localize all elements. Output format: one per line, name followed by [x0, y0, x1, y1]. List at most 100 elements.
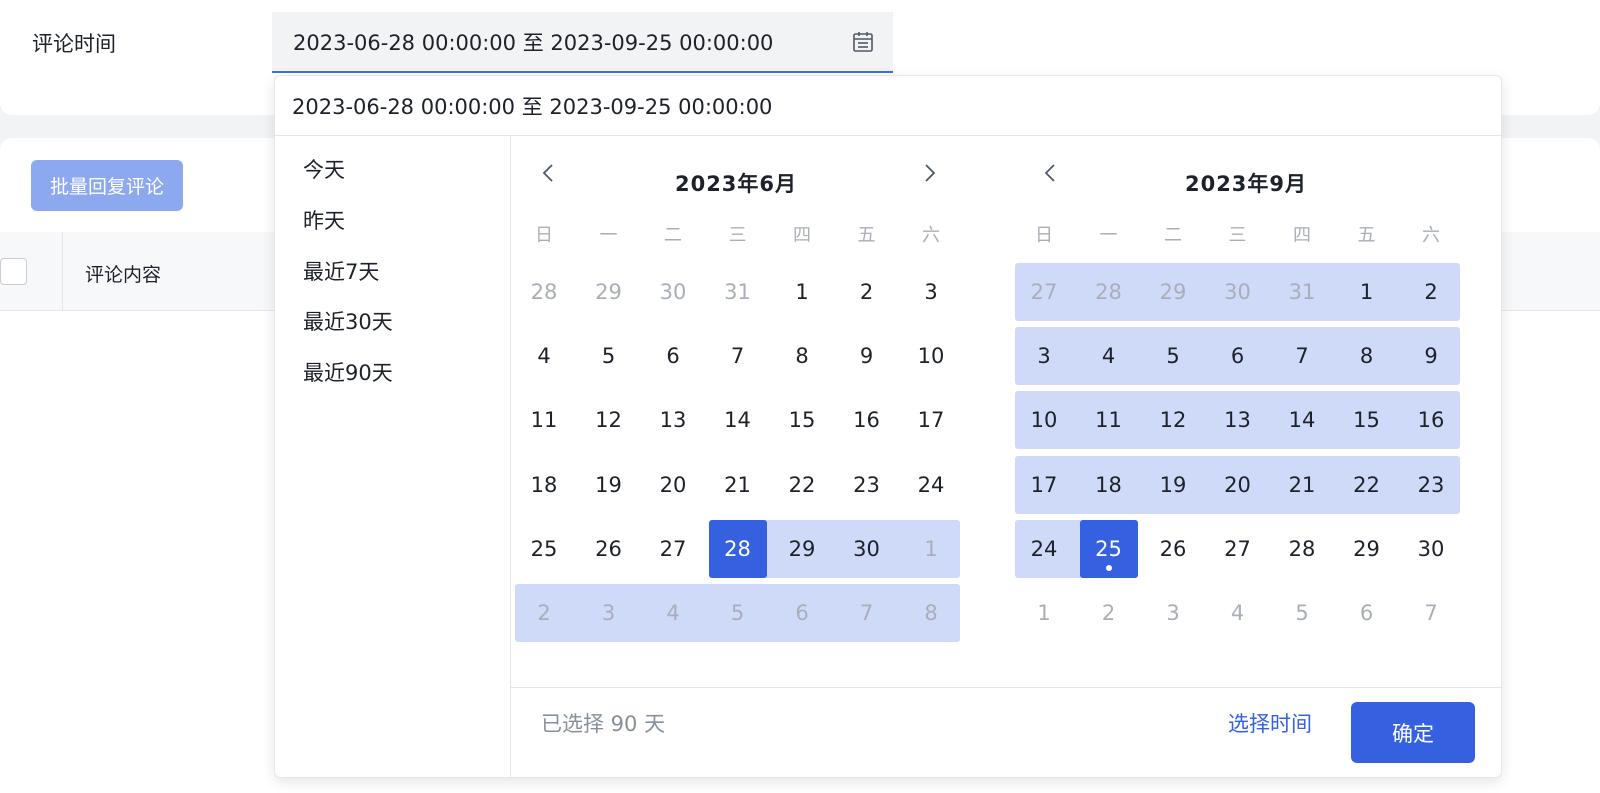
- calendar-day[interactable]: 27: [644, 520, 702, 578]
- calendar-day[interactable]: 12: [580, 391, 638, 449]
- calendar-day[interactable]: 30: [1209, 263, 1267, 321]
- calendar-day[interactable]: 13: [1209, 391, 1267, 449]
- calendar-day[interactable]: 5: [580, 327, 638, 385]
- calendar-day[interactable]: 7: [1273, 327, 1331, 385]
- calendar-day[interactable]: 13: [644, 391, 702, 449]
- calendar-day[interactable]: 3: [1015, 327, 1073, 385]
- calendar-day[interactable]: 28: [515, 263, 573, 321]
- calendar-day[interactable]: 20: [1209, 456, 1267, 514]
- choose-time-link[interactable]: 选择时间: [1228, 708, 1312, 738]
- next-month-icon[interactable]: [916, 160, 942, 186]
- calendar-day[interactable]: 29: [1144, 263, 1202, 321]
- calendar-day[interactable]: 3: [902, 263, 960, 321]
- calendar-day[interactable]: 4: [1080, 327, 1138, 385]
- select-all-checkbox[interactable]: [0, 258, 27, 285]
- shortcut-last-90-days[interactable]: 最近90天: [303, 357, 393, 387]
- calendar-day[interactable]: 5: [1144, 327, 1202, 385]
- calendar-day[interactable]: 9: [838, 327, 896, 385]
- calendar-day[interactable]: 25: [515, 520, 573, 578]
- calendar-day[interactable]: 28: [1273, 520, 1331, 578]
- calendar-day[interactable]: 26: [580, 520, 638, 578]
- calendar-day[interactable]: 5: [1273, 584, 1331, 642]
- calendar-day[interactable]: 5: [709, 584, 767, 642]
- calendar-day[interactable]: 16: [838, 391, 896, 449]
- calendar-day[interactable]: 28: [708, 519, 767, 578]
- calendar-day[interactable]: 30: [838, 520, 896, 578]
- calendar-day[interactable]: 18: [1080, 456, 1138, 514]
- calendar-day[interactable]: 18: [515, 456, 573, 514]
- calendar-day[interactable]: 25: [1079, 519, 1138, 578]
- weekday-label: 一: [1099, 225, 1118, 246]
- calendar-day[interactable]: 8: [902, 584, 960, 642]
- confirm-button[interactable]: 确定: [1351, 702, 1475, 763]
- calendar-day[interactable]: 7: [709, 327, 767, 385]
- weekday-label: 四: [793, 225, 811, 246]
- calendar-day[interactable]: 8: [773, 327, 831, 385]
- calendar-day[interactable]: 3: [1144, 584, 1202, 642]
- calendar-day[interactable]: 15: [773, 391, 831, 449]
- calendar-day[interactable]: 14: [1273, 391, 1331, 449]
- calendar-day[interactable]: 27: [1209, 520, 1267, 578]
- calendar-day[interactable]: 2: [515, 584, 573, 642]
- calendar-day[interactable]: 1: [1015, 584, 1073, 642]
- calendar-day[interactable]: 20: [644, 456, 702, 514]
- calendar-day[interactable]: 11: [515, 391, 573, 449]
- calendar-day[interactable]: 21: [1273, 456, 1331, 514]
- calendar-day[interactable]: 30: [644, 263, 702, 321]
- calendar-day[interactable]: 26: [1144, 520, 1202, 578]
- calendar-day[interactable]: 4: [644, 584, 702, 642]
- calendar-day[interactable]: 23: [1402, 456, 1460, 514]
- calendar-day[interactable]: 17: [902, 391, 960, 449]
- calendar-day[interactable]: 16: [1402, 391, 1460, 449]
- calendar-day[interactable]: 27: [1015, 263, 1073, 321]
- batch-reply-button[interactable]: 批量回复评论: [31, 160, 183, 211]
- calendar-day[interactable]: 2: [838, 263, 896, 321]
- calendar-day[interactable]: 11: [1080, 391, 1138, 449]
- calendar-day[interactable]: 24: [1015, 520, 1073, 578]
- calendar-day[interactable]: 4: [1209, 584, 1267, 642]
- calendar-day[interactable]: 1: [773, 263, 831, 321]
- calendar-day[interactable]: 9: [1402, 327, 1460, 385]
- date-range-input[interactable]: 2023-06-28 00:00:00 至 2023-09-25 00:00:0…: [272, 12, 893, 73]
- calendar-day[interactable]: 3: [580, 584, 638, 642]
- shortcut-last-7-days[interactable]: 最近7天: [303, 256, 379, 286]
- calendar-day[interactable]: 31: [1273, 263, 1331, 321]
- calendar-day[interactable]: 7: [838, 584, 896, 642]
- calendar-day[interactable]: 10: [902, 327, 960, 385]
- calendar-day[interactable]: 8: [1338, 327, 1396, 385]
- calendar-day[interactable]: 4: [515, 327, 573, 385]
- calendar-day[interactable]: 19: [580, 456, 638, 514]
- calendar-day[interactable]: 29: [580, 263, 638, 321]
- calendar-day[interactable]: 17: [1015, 456, 1073, 514]
- calendar-day[interactable]: 24: [902, 456, 960, 514]
- calendar-day[interactable]: 14: [709, 391, 767, 449]
- calendar-day[interactable]: 22: [773, 456, 831, 514]
- calendar-day[interactable]: 30: [1402, 520, 1460, 578]
- shortcut-yesterday[interactable]: 昨天: [303, 205, 345, 235]
- calendar-day[interactable]: 12: [1144, 391, 1202, 449]
- date-range-picker: 2023-06-28 00:00:00 至 2023-09-25 00:00:0…: [274, 75, 1502, 778]
- calendar-day[interactable]: 28: [1080, 263, 1138, 321]
- calendar-day[interactable]: 1: [1338, 263, 1396, 321]
- calendar-day[interactable]: 15: [1338, 391, 1396, 449]
- calendar-day[interactable]: 31: [709, 263, 767, 321]
- calendar-day[interactable]: 6: [773, 584, 831, 642]
- calendar-day[interactable]: 21: [709, 456, 767, 514]
- calendar-day[interactable]: 2: [1080, 584, 1138, 642]
- calendar-day[interactable]: 23: [838, 456, 896, 514]
- calendar-day[interactable]: 6: [644, 327, 702, 385]
- calendar-day[interactable]: 2: [1402, 263, 1460, 321]
- calendar-day[interactable]: 29: [1338, 520, 1396, 578]
- calendar-day[interactable]: 19: [1144, 456, 1202, 514]
- calendar-day[interactable]: 10: [1015, 391, 1073, 449]
- prev-month-icon[interactable]: [536, 160, 562, 186]
- prev-month-right-icon[interactable]: [1038, 160, 1064, 186]
- calendar-day[interactable]: 29: [773, 520, 831, 578]
- calendar-day[interactable]: 1: [902, 520, 960, 578]
- shortcut-last-30-days[interactable]: 最近30天: [303, 306, 393, 336]
- shortcut-today[interactable]: 今天: [303, 154, 345, 184]
- calendar-day[interactable]: 6: [1338, 584, 1396, 642]
- calendar-day[interactable]: 22: [1338, 456, 1396, 514]
- calendar-day[interactable]: 6: [1209, 327, 1267, 385]
- calendar-day[interactable]: 7: [1402, 584, 1460, 642]
